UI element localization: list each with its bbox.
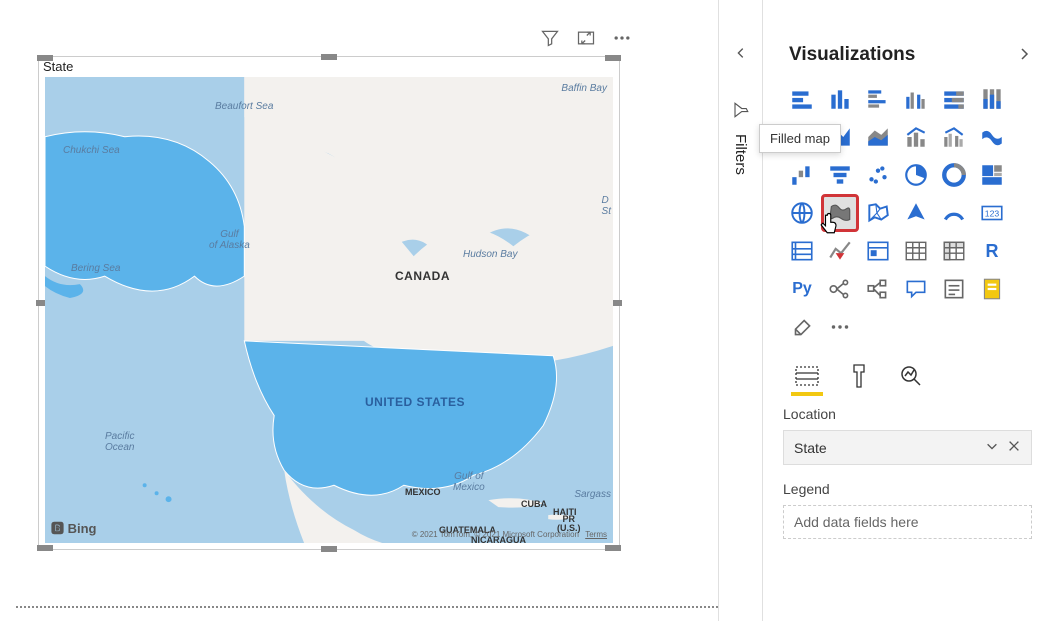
field-format-tabs: [763, 352, 1052, 390]
viz-clustered-bar-icon[interactable]: [861, 82, 895, 116]
chevron-down-icon[interactable]: [985, 439, 999, 456]
map-label: Beaufort Sea: [215, 101, 273, 112]
resize-handle[interactable]: [321, 546, 337, 552]
resize-handle[interactable]: [605, 55, 621, 61]
location-field-well[interactable]: State: [783, 430, 1032, 465]
viz-multirow-card-icon[interactable]: [785, 234, 819, 268]
map-label: Pacific Ocean: [105, 431, 134, 453]
format-tab[interactable]: [845, 362, 873, 390]
viz-azure-map-icon[interactable]: [899, 196, 933, 230]
viz-gauge-icon[interactable]: [937, 196, 971, 230]
remove-field-icon[interactable]: [1007, 439, 1021, 456]
viz-pie-icon[interactable]: [899, 158, 933, 192]
viz-decomposition-tree-icon[interactable]: [861, 272, 895, 306]
viz-pane-header: Visualizations: [763, 0, 1052, 78]
viz-python-icon[interactable]: Py: [785, 272, 819, 306]
map-label-country: CANADA: [395, 269, 450, 283]
map-canvas[interactable]: Beaufort Sea Baffin Bay Chukchi Sea Beri…: [45, 77, 613, 543]
bing-logo: 🅱 Bing: [51, 518, 97, 537]
visualizations-pane: Visualizations 123: [762, 0, 1052, 621]
viz-map-icon[interactable]: [785, 196, 819, 230]
viz-pane-title: Visualizations: [789, 44, 915, 66]
viz-r-script-icon[interactable]: R: [975, 234, 1009, 268]
viz-stacked-bar-icon[interactable]: [785, 82, 819, 116]
filters-pane-collapsed: Filters: [718, 0, 762, 621]
visual-title: State: [43, 59, 73, 74]
viz-waterfall-icon[interactable]: [785, 158, 819, 192]
viz-matrix-icon[interactable]: [937, 234, 971, 268]
viz-donut-icon[interactable]: [937, 158, 971, 192]
location-field-section: Location State: [763, 390, 1052, 465]
visualization-picker: 123 R Py Filled map: [763, 78, 1052, 352]
location-label: Location: [783, 406, 1032, 422]
attribution-text: © 2021 TomTom, © 2021 Microsoft Corporat…: [412, 530, 579, 539]
filled-map-visual[interactable]: State: [38, 56, 620, 550]
field-name: State: [794, 440, 827, 456]
filters-funnel-icon: [732, 101, 750, 122]
viz-smart-narrative-icon[interactable]: [937, 272, 971, 306]
map-label: Gulf of Alaska: [209, 229, 250, 251]
legend-field-well[interactable]: Add data fields here: [783, 505, 1032, 539]
map-label: Chukchi Sea: [63, 145, 120, 156]
map-label: D St: [602, 195, 611, 217]
viz-scatter-icon[interactable]: [861, 158, 895, 192]
viz-filled-map-icon[interactable]: [823, 196, 857, 230]
viz-100-stacked-column-icon[interactable]: [975, 82, 1009, 116]
map-label: Sargass: [574, 489, 611, 500]
focus-mode-icon[interactable]: [576, 28, 596, 51]
map-label: Bering Sea: [71, 263, 120, 274]
map-label: Baffin Bay: [561, 83, 607, 94]
field-placeholder: Add data fields here: [794, 514, 919, 530]
viz-treemap-icon[interactable]: [975, 158, 1009, 192]
collapse-viz-icon[interactable]: [1016, 46, 1032, 65]
viz-key-influencers-icon[interactable]: [823, 272, 857, 306]
filters-label[interactable]: Filters: [732, 134, 749, 175]
viz-slicer-icon[interactable]: [861, 234, 895, 268]
viz-table-icon[interactable]: [899, 234, 933, 268]
canvas-boundary: [16, 606, 718, 608]
more-options-icon[interactable]: [612, 28, 632, 51]
viz-kpi-icon[interactable]: [823, 234, 857, 268]
terms-link[interactable]: Terms: [585, 530, 607, 539]
viz-more-options-icon[interactable]: [823, 310, 857, 344]
viz-stacked-area-icon[interactable]: [861, 120, 895, 154]
viz-tooltip: Filled map: [759, 124, 841, 153]
resize-handle[interactable]: [321, 54, 337, 60]
resize-handle[interactable]: [605, 545, 621, 551]
map-label-country: MEXICO: [405, 487, 441, 497]
legend-field-section: Legend Add data fields here: [763, 465, 1052, 539]
resize-handle[interactable]: [37, 545, 53, 551]
filter-icon[interactable]: [540, 28, 560, 51]
viz-qa-icon[interactable]: [899, 272, 933, 306]
viz-clustered-column-icon[interactable]: [899, 82, 933, 116]
legend-label: Legend: [783, 481, 1032, 497]
viz-shape-map-icon[interactable]: [861, 196, 895, 230]
svg-text:123: 123: [985, 208, 1000, 218]
visual-header-toolbar: [540, 28, 632, 51]
expand-filters-icon[interactable]: [734, 46, 748, 63]
viz-funnel-icon[interactable]: [823, 158, 857, 192]
map-attribution: © 2021 TomTom, © 2021 Microsoft Corporat…: [408, 530, 607, 539]
report-canvas[interactable]: State: [0, 0, 718, 621]
map-label: Gulf of Mexico: [453, 471, 485, 493]
analytics-tab[interactable]: [897, 362, 925, 390]
fields-tab[interactable]: [793, 362, 821, 390]
viz-paginated-report-icon[interactable]: [975, 272, 1009, 306]
viz-get-more-icon[interactable]: [785, 310, 819, 344]
viz-stacked-column-icon[interactable]: [823, 82, 857, 116]
viz-line-clustered-column-icon[interactable]: [937, 120, 971, 154]
viz-line-stacked-column-icon[interactable]: [899, 120, 933, 154]
viz-card-icon[interactable]: 123: [975, 196, 1009, 230]
map-label-country: UNITED STATES: [365, 395, 465, 409]
viz-ribbon-icon[interactable]: [975, 120, 1009, 154]
map-label-country: CUBA: [521, 499, 547, 509]
map-label: Hudson Bay: [463, 249, 517, 260]
viz-100-stacked-bar-icon[interactable]: [937, 82, 971, 116]
